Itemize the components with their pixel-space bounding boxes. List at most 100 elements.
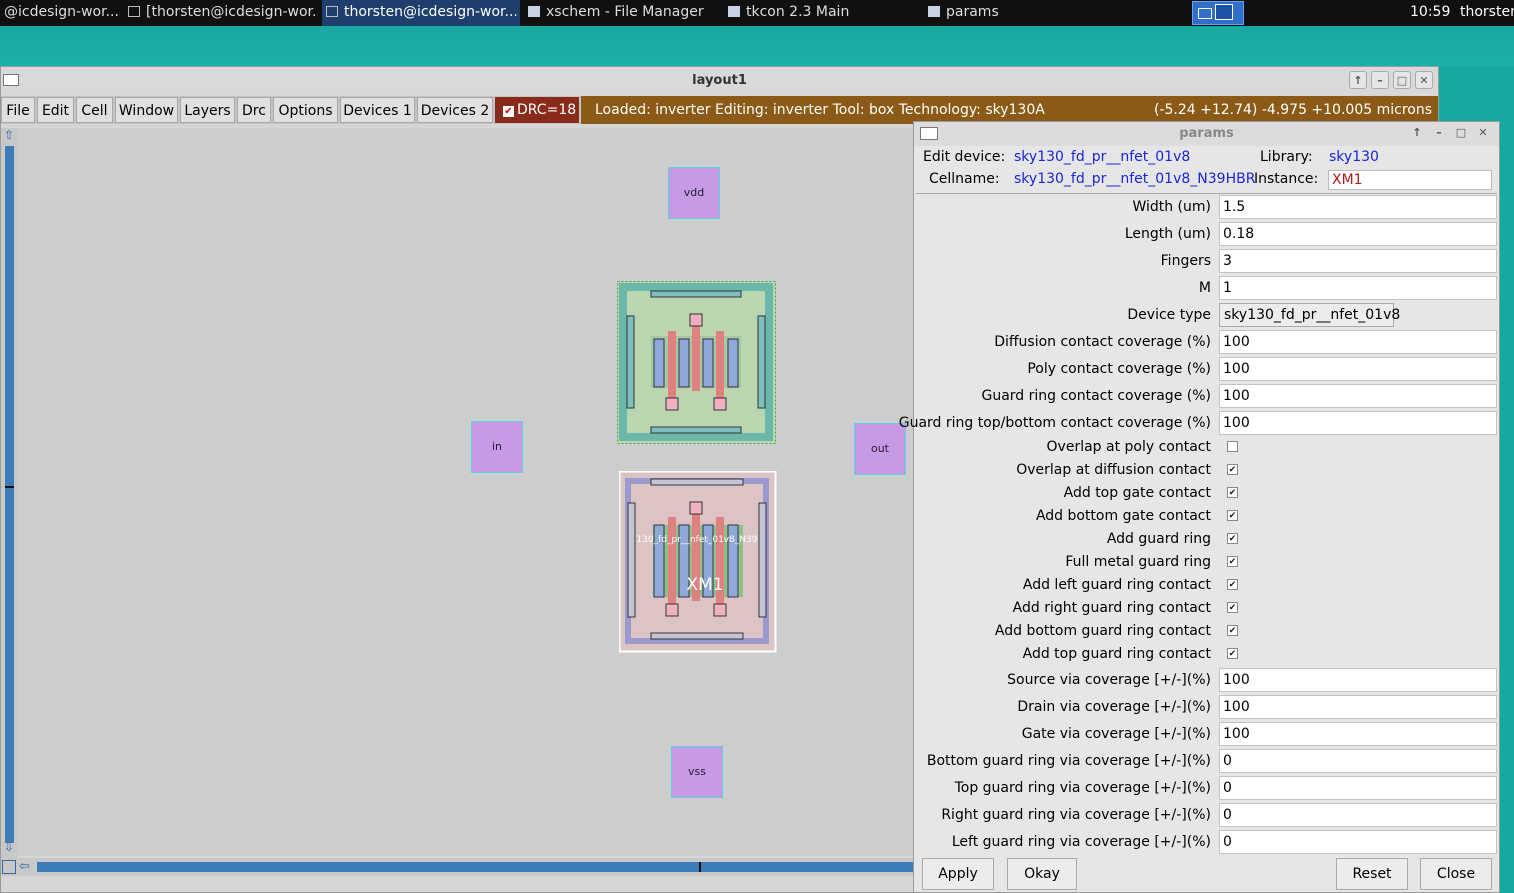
checkbox-row: Add left guard ring contact ✔ — [1022, 577, 1238, 593]
status-bar: Loaded: inverter Editing: inverter Tool:… — [581, 96, 1438, 124]
source-via-field[interactable]: 100 — [1219, 668, 1497, 692]
guard-ring-contact-coverage-field[interactable]: 100 — [1219, 384, 1497, 408]
left-guard-ring-via-field[interactable]: 0 — [1219, 830, 1497, 854]
checkbox[interactable]: ✔ — [1227, 579, 1238, 590]
menu-layers[interactable]: Layers — [180, 97, 235, 123]
guard-ring-tb-contact-coverage-field[interactable]: 100 — [1219, 411, 1497, 435]
minimize-icon[interactable]: – — [1371, 71, 1389, 89]
checkbox[interactable]: ✔ — [1227, 556, 1238, 567]
nfet-device-xm1[interactable]: 130_fd_pr__nfet_01v8_N39 XM1 — [619, 471, 777, 653]
shade-icon[interactable]: ↑ — [1408, 124, 1426, 142]
window-menu-icon[interactable] — [920, 127, 938, 140]
drc-toggle[interactable]: ✔ DRC=18 — [495, 97, 579, 123]
checkbox[interactable]: ✔ — [1227, 648, 1238, 659]
gate-via-field[interactable]: 100 — [1219, 722, 1497, 746]
bottom-guard-ring-via-field[interactable]: 0 — [1219, 749, 1497, 773]
params-window-controls: ↑ – □ ✕ — [1408, 124, 1492, 142]
length-field[interactable]: 0.18 — [1219, 222, 1497, 246]
fingers-row: Fingers 3 — [914, 248, 1499, 274]
menu-file[interactable]: File — [1, 97, 35, 123]
window-icon — [928, 6, 940, 17]
vertical-scrollbar[interactable]: ⇧ ⇩ — [1, 128, 18, 873]
checkbox[interactable]: ✔ — [1227, 533, 1238, 544]
checkbox-icon: ✔ — [503, 106, 514, 117]
desktop — [0, 26, 1514, 66]
cursor-coordinates: (-5.24 +12.74) -4.975 +10.005 microns — [1153, 102, 1432, 118]
close-icon[interactable]: ✕ — [1474, 124, 1492, 142]
menu-options[interactable]: Options — [273, 97, 338, 123]
poly-contact-coverage-field[interactable]: 100 — [1219, 357, 1497, 381]
horizontal-scrollbar[interactable]: ⇦ — [1, 858, 914, 876]
taskbar-item-file-manager[interactable]: xschem - File Manager — [524, 0, 720, 26]
scroll-up-icon[interactable]: ⇧ — [2, 128, 16, 142]
menu-window[interactable]: Window — [115, 97, 178, 123]
pfet-device[interactable] — [617, 281, 777, 445]
top-guard-ring-via-field[interactable]: 0 — [1219, 776, 1497, 800]
terminal-icon — [128, 6, 140, 17]
menu-cell[interactable]: Cell — [76, 97, 113, 123]
taskbar-item-terminal-2[interactable]: [thorsten@icdesign-wor... — [124, 0, 318, 26]
cell-label: 130_fd_pr__nfet_01v8_N39 — [636, 535, 757, 545]
pin-vdd[interactable]: vdd — [668, 167, 720, 219]
shade-icon[interactable]: ↑ — [1349, 71, 1367, 89]
cellname-value: sky130_fd_pr__nfet_01v8_N39HBR — [1014, 171, 1256, 187]
right-guard-ring-via-field[interactable]: 0 — [1219, 803, 1497, 827]
checkbox[interactable]: ✔ — [1227, 602, 1238, 613]
minimize-icon[interactable]: – — [1430, 124, 1448, 142]
scroll-thumb[interactable] — [5, 486, 14, 488]
menu-edit[interactable]: Edit — [37, 97, 74, 123]
instance-label: Instance: — [1254, 171, 1319, 187]
maximize-icon[interactable]: □ — [1452, 124, 1470, 142]
poly-cov-row: Poly contact coverage (%) 100 — [914, 356, 1499, 382]
scroll-left-icon[interactable]: ⇦ — [19, 858, 35, 876]
reset-button[interactable]: Reset — [1336, 858, 1408, 890]
device-type-menu[interactable]: sky130_fd_pr__nfet_01v8 — [1219, 303, 1400, 327]
menu-drc[interactable]: Drc — [237, 97, 271, 123]
checkbox[interactable]: ✔ — [1227, 510, 1238, 521]
scroll-thumb-h[interactable] — [699, 862, 701, 872]
checkbox-row: Full metal guard ring ✔ — [1065, 554, 1238, 570]
taskbar-item-terminal-1[interactable]: @icdesign-wor... — [0, 0, 118, 26]
fingers-field[interactable]: 3 — [1219, 249, 1497, 273]
taskbar-item-params[interactable]: params — [924, 0, 1120, 26]
menu-devices-1[interactable]: Devices 1 — [340, 97, 415, 123]
length-row: Length (um) 0.18 — [914, 221, 1499, 247]
instance-field[interactable]: XM1 — [1328, 170, 1492, 190]
drain-via-field[interactable]: 100 — [1219, 695, 1497, 719]
params-title-bar[interactable]: params ↑ – □ ✕ — [914, 122, 1499, 146]
close-button[interactable]: Close — [1420, 858, 1492, 890]
library-value: sky130 — [1329, 149, 1379, 165]
pin-vss[interactable]: vss — [671, 746, 723, 798]
instance-label: XM1 — [686, 575, 723, 595]
workspace-pager[interactable] — [1192, 1, 1244, 25]
zoom-box-icon[interactable] — [2, 860, 16, 874]
checkbox[interactable]: ✔ — [1227, 625, 1238, 636]
checkbox[interactable]: ✔ — [1227, 487, 1238, 498]
folder-icon — [528, 6, 540, 17]
menu-devices-2[interactable]: Devices 2 — [417, 97, 493, 123]
gr-tb-cov-row: Guard ring top/bottom contact coverage (… — [899, 410, 1499, 436]
taskbar-item-tkcon[interactable]: tkcon 2.3 Main — [724, 0, 920, 26]
checkbox-row: Overlap at poly contact — [914, 436, 1499, 458]
status-text: Loaded: inverter Editing: inverter Tool:… — [595, 102, 1045, 118]
scroll-down-icon[interactable]: ⇩ — [2, 840, 16, 854]
diff-contact-coverage-field[interactable]: 100 — [1219, 330, 1497, 354]
close-icon[interactable]: ✕ — [1415, 71, 1433, 89]
terminal-icon — [326, 6, 338, 17]
window-title-bar[interactable]: layout1 ↑ – □ ✕ — [1, 67, 1438, 95]
maximize-icon[interactable]: □ — [1393, 71, 1411, 89]
clock: 10:59 — [1410, 4, 1451, 20]
window-menu-icon[interactable] — [3, 74, 19, 86]
apply-button[interactable]: Apply — [922, 858, 994, 890]
edit-device-value: sky130_fd_pr__nfet_01v8 — [1014, 149, 1191, 165]
m-field[interactable]: 1 — [1219, 276, 1497, 300]
pin-in[interactable]: in — [471, 421, 523, 473]
width-field[interactable]: 1.5 — [1219, 195, 1497, 219]
taskbar-item-terminal-active[interactable]: thorsten@icdesign-wor... — [322, 0, 520, 26]
checkbox[interactable] — [1227, 441, 1238, 452]
checkbox-row: Overlap at diffusion contact ✔ — [1016, 462, 1238, 478]
okay-button[interactable]: Okay — [1007, 858, 1077, 890]
layout-canvas[interactable]: vdd in out vss 130_fd_pr__nfet_01v8_N39 … — [18, 128, 914, 856]
params-title: params — [1179, 126, 1234, 141]
checkbox[interactable]: ✔ — [1227, 464, 1238, 475]
